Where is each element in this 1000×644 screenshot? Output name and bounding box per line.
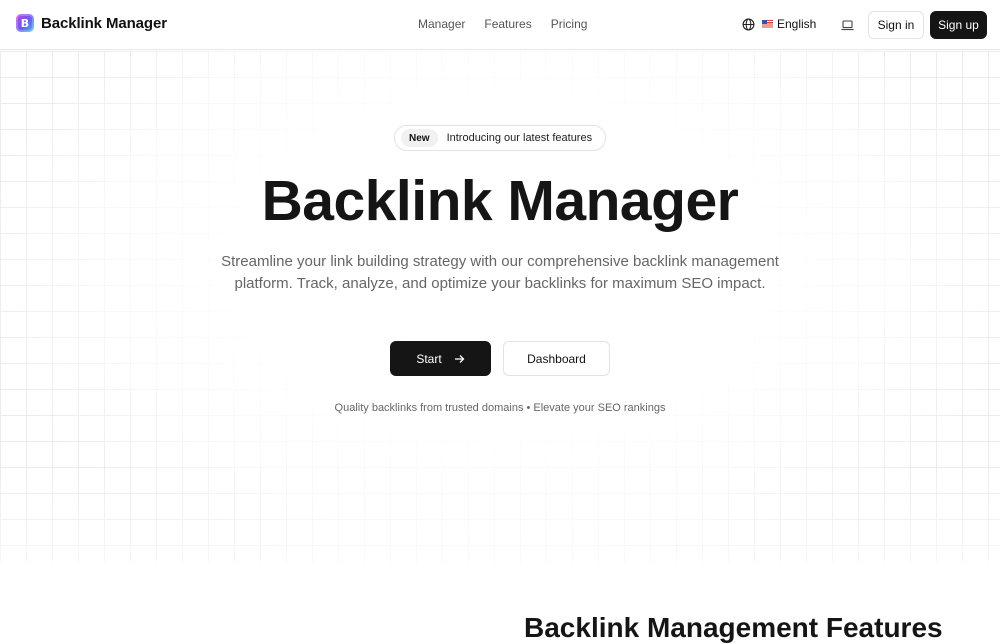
- us-flag-icon: [762, 20, 773, 28]
- sign-up-button[interactable]: Sign up: [930, 11, 987, 39]
- hero-tagline: Quality backlinks from trusted domains •…: [334, 402, 666, 414]
- features-section-title: Backlink Management Features: [524, 612, 943, 643]
- hero-section: New Introducing our latest features Back…: [0, 51, 1000, 563]
- b-logo-icon: B: [16, 14, 34, 32]
- hero-bottom-fade: [0, 471, 1000, 563]
- announcement-text: Introducing our latest features: [446, 132, 593, 144]
- language-label: English: [777, 17, 817, 31]
- dashboard-button[interactable]: Dashboard: [503, 341, 610, 376]
- new-pill: New: [401, 129, 438, 147]
- announcement-badge[interactable]: New Introducing our latest features: [394, 125, 606, 151]
- hero-title: Backlink Manager: [261, 169, 739, 233]
- nav-item-features[interactable]: Features: [484, 17, 531, 31]
- start-button[interactable]: Start: [390, 341, 491, 376]
- main-nav: Manager Features Pricing: [418, 17, 606, 31]
- brand[interactable]: B Backlink Manager: [16, 14, 167, 32]
- theme-toggle-button[interactable]: [838, 17, 856, 33]
- sign-in-button[interactable]: Sign in: [868, 11, 924, 39]
- brand-name: Backlink Manager: [41, 14, 167, 32]
- nav-item-pricing[interactable]: Pricing: [551, 17, 588, 31]
- hero-subtitle: Streamline your link building strategy w…: [221, 253, 779, 292]
- start-label: Start: [416, 351, 442, 366]
- laptop-icon: [841, 19, 853, 30]
- language-selector[interactable]: English: [742, 17, 816, 31]
- arrow-right-icon: [454, 354, 465, 363]
- nav-item-manager[interactable]: Manager: [418, 17, 465, 31]
- site-header: B Backlink Manager Manager Features Pric…: [0, 0, 1000, 50]
- globe-icon: [742, 18, 755, 30]
